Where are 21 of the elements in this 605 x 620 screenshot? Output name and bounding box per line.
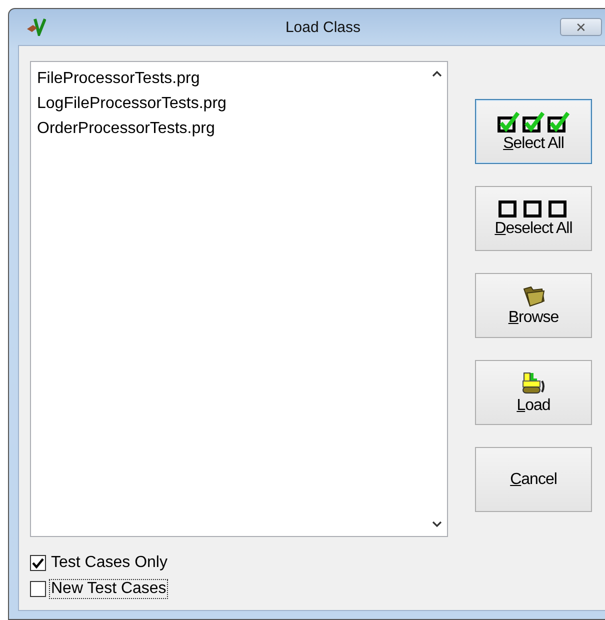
window-title: Load Class [284, 18, 362, 36]
list-item[interactable]: OrderProcessorTests.prg [35, 116, 217, 141]
select-all-button[interactable]: Select All [475, 99, 592, 164]
checkbox-label[interactable]: Test Cases Only [49, 553, 170, 573]
app-icon [26, 18, 46, 36]
scroll-down-icon[interactable] [432, 521, 442, 528]
cancel-button[interactable]: Cancel [475, 447, 592, 512]
scroll-up-icon[interactable] [432, 70, 442, 77]
browse-button[interactable]: Browse [475, 273, 592, 338]
bulldozer-icon [520, 370, 546, 394]
deselect-all-button[interactable]: Deselect All [475, 186, 592, 251]
checkboxes-checked-icon [496, 110, 570, 132]
checkbox[interactable] [30, 581, 46, 597]
close-button[interactable]: ✕ [560, 18, 602, 36]
list-item[interactable]: LogFileProcessorTests.prg [35, 91, 228, 116]
list-item[interactable]: FileProcessorTests.prg [35, 66, 202, 91]
checkbox-label[interactable]: New Test Cases [49, 579, 168, 599]
folder-icon [522, 284, 546, 306]
checkbox[interactable] [30, 555, 46, 571]
load-button[interactable]: Load [475, 360, 592, 425]
file-list[interactable]: FileProcessorTests.prg LogFileProcessorTests.prg OrderProcessorTests.prg [30, 61, 448, 537]
